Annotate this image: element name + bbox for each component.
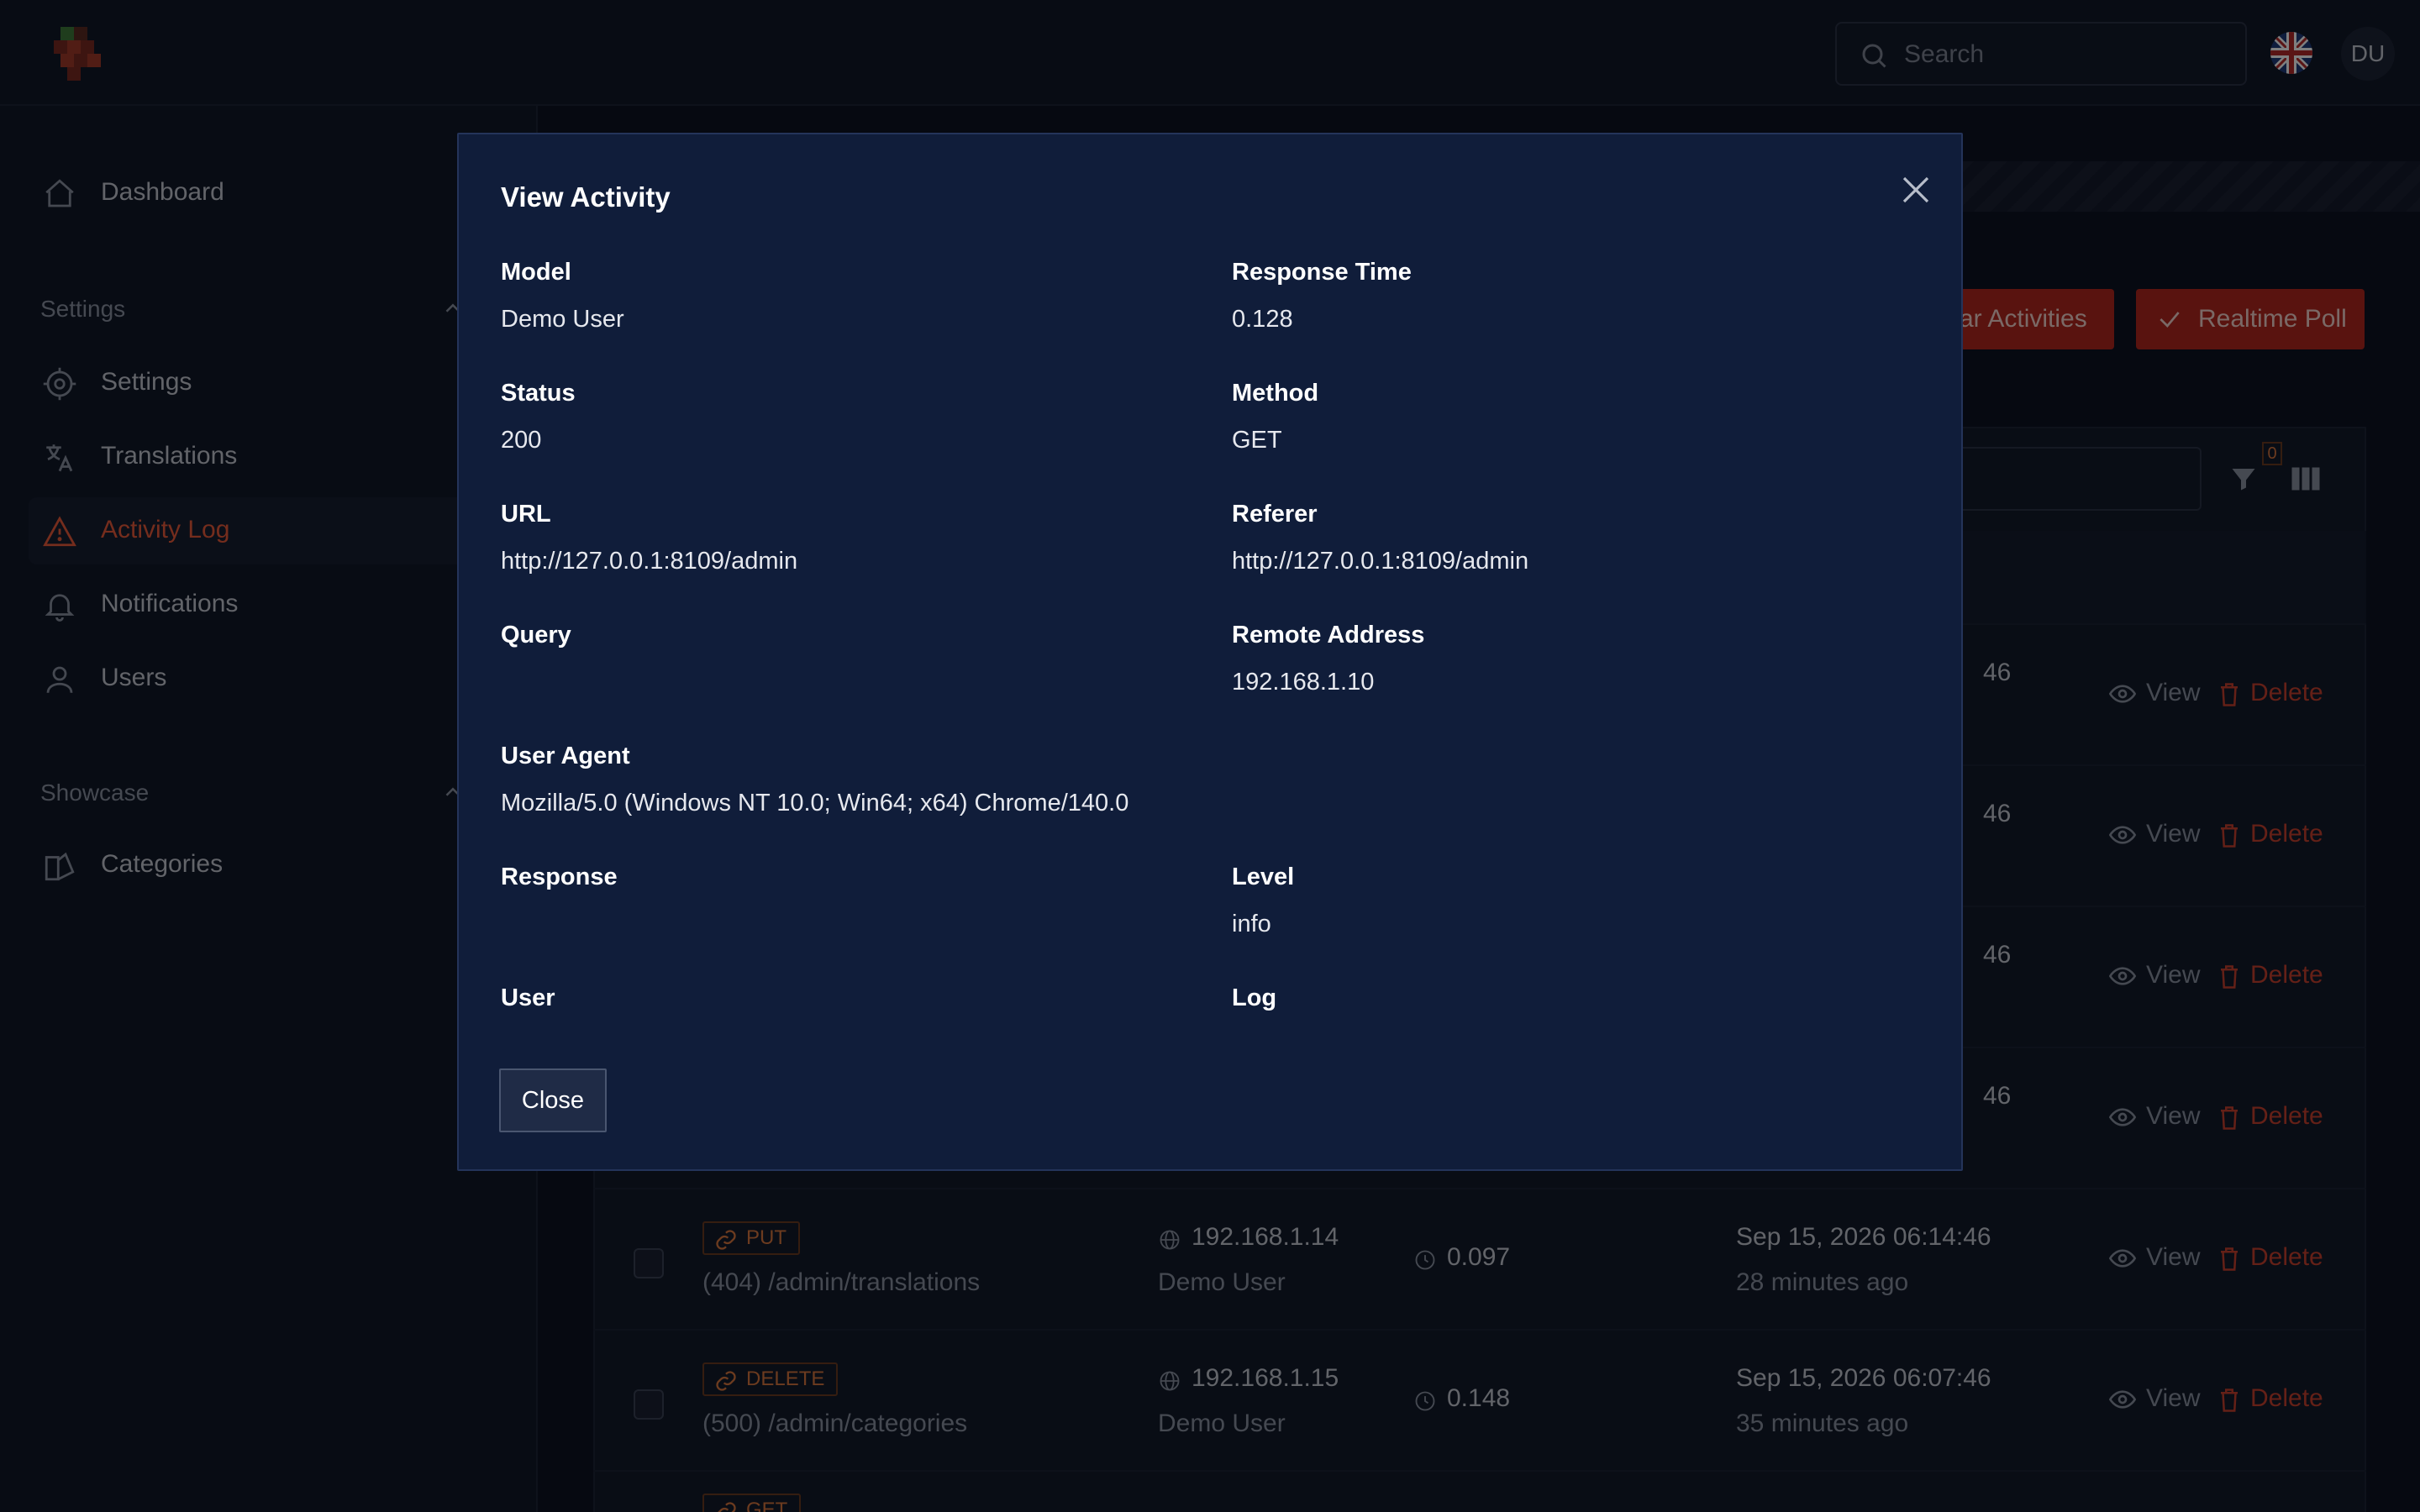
log-label: Log: [1232, 984, 1277, 1011]
url-value: http://127.0.0.1:8109/admin: [501, 548, 798, 575]
remote-address-value: 192.168.1.10: [1232, 669, 1375, 696]
method-label: Method: [1232, 380, 1319, 407]
level-label: Level: [1232, 864, 1295, 890]
remote-address-label: Remote Address: [1232, 622, 1425, 648]
user-label: User: [501, 984, 555, 1011]
view-activity-modal: View Activity Model Demo User Response T…: [457, 133, 1963, 1171]
level-value: info: [1232, 911, 1271, 937]
close-icon[interactable]: [1896, 170, 1936, 210]
status-label: Status: [501, 380, 576, 407]
close-button[interactable]: Close: [499, 1068, 607, 1132]
user-agent-value: Mozilla/5.0 (Windows NT 10.0; Win64; x64…: [501, 790, 1129, 816]
user-agent-label: User Agent: [501, 743, 630, 769]
model-value: Demo User: [501, 306, 624, 333]
query-label: Query: [501, 622, 571, 648]
response-time-label: Response Time: [1232, 259, 1412, 286]
response-time-value: 0.128: [1232, 306, 1293, 333]
method-value: GET: [1232, 427, 1282, 454]
referer-label: Referer: [1232, 501, 1318, 528]
referer-value: http://127.0.0.1:8109/admin: [1232, 548, 1529, 575]
modal-title: View Activity: [501, 181, 671, 213]
response-label: Response: [501, 864, 618, 890]
status-value: 200: [501, 427, 542, 454]
model-label: Model: [501, 259, 571, 286]
url-label: URL: [501, 501, 551, 528]
